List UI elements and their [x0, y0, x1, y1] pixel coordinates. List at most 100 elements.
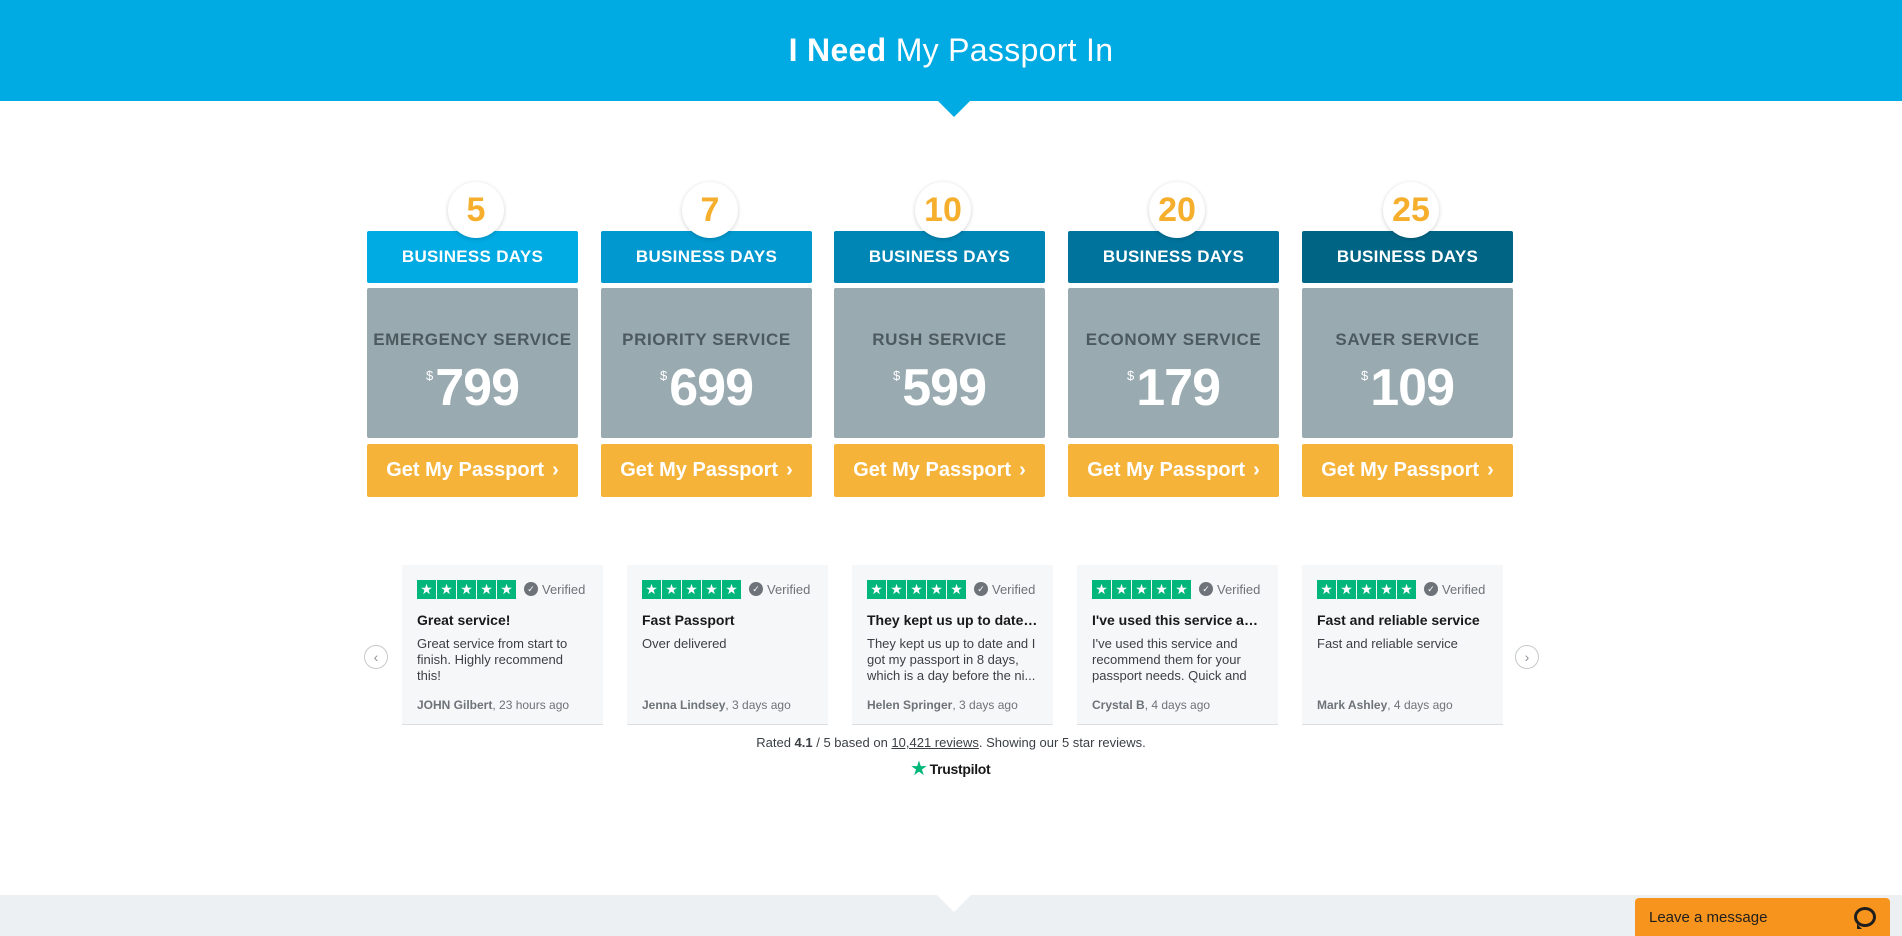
star-icon: ★: [642, 579, 661, 599]
plan-price: $109: [1302, 358, 1513, 418]
verified-label: Verified: [767, 581, 811, 597]
get-my-passport-button[interactable]: Get My Passport ›: [834, 444, 1045, 497]
review-body: I've used this service and recommend the…: [1092, 636, 1247, 683]
star-icon: ★: [417, 579, 436, 599]
star-icon: ★: [1377, 579, 1396, 599]
star-icon: ★: [867, 579, 886, 599]
review-body: Great service from start to finish. High…: [417, 636, 568, 683]
verified-label: Verified: [1217, 581, 1261, 597]
plan-price-box: RUSH SERVICE $599: [834, 288, 1045, 438]
leave-message-button[interactable]: Leave a message: [1635, 898, 1890, 936]
cta-label: Get My Passport: [1321, 459, 1480, 481]
star-icon: ★: [702, 579, 721, 599]
trustpilot-label: Trustpilot: [929, 761, 991, 777]
plan-card: 25 BUSINESS DAYS SAVER SERVICE $109 Get …: [1302, 182, 1513, 497]
plan-days: 7: [682, 182, 738, 238]
plan-service-name: RUSH SERVICE: [872, 330, 1007, 349]
review-time: , 3 days ago: [952, 698, 1018, 712]
review-author-name: Crystal B: [1092, 698, 1145, 712]
plan-days-label: BUSINESS DAYS: [367, 231, 578, 283]
review-author-name: Mark Ashley: [1317, 698, 1388, 712]
verified-badge: ✓ Verified: [524, 582, 585, 597]
plan-price-box: SAVER SERVICE $109: [1302, 288, 1513, 438]
rating-summary: Rated 4.1 / 5 based on 10,421 reviews. S…: [0, 735, 1902, 750]
star-rating: ★ ★ ★ ★ ★: [867, 579, 967, 599]
trustpilot-logo[interactable]: ★ Trustpilot: [910, 758, 991, 780]
plan-card: 5 BUSINESS DAYS EMERGENCY SERVICE $799 G…: [367, 182, 578, 497]
review-card[interactable]: ★ ★ ★ ★ ★ ✓ Verified Fast and reliable servic…: [1302, 565, 1503, 725]
star-rating: ★ ★ ★ ★ ★: [1317, 579, 1417, 599]
rating-score: 4.1: [794, 735, 813, 750]
plan-days-label: BUSINESS DAYS: [601, 231, 812, 283]
review-title: Fast and reliable service: [1317, 612, 1480, 628]
review-time: , 4 days ago: [1387, 698, 1453, 712]
star-icon: ★: [662, 579, 681, 599]
review-card[interactable]: ★ ★ ★ ★ ★ ✓ Verified I've used this service a…: [1077, 565, 1278, 725]
review-body: Fast and reliable service: [1317, 636, 1458, 651]
carousel-next-button[interactable]: ›: [1515, 645, 1539, 669]
plan-price: $699: [601, 358, 812, 418]
review-body: They kept us up to date and I got my pas…: [867, 636, 1036, 683]
star-icon: ★: [722, 579, 741, 599]
star-icon: ★: [1317, 579, 1336, 599]
star-icon: ★: [477, 579, 496, 599]
trustpilot-star-icon: ★: [910, 758, 928, 780]
reviews-link[interactable]: 10,421 reviews: [891, 735, 978, 750]
review-author: Jenna Lindsey, 3 days ago: [642, 698, 791, 712]
review-time: , 3 days ago: [725, 698, 791, 712]
rating-prefix: Rated: [756, 735, 795, 750]
get-my-passport-button[interactable]: Get My Passport ›: [1068, 444, 1279, 497]
page-title-rest: My Passport In: [895, 32, 1114, 68]
chevron-right-icon: ›: [1253, 459, 1260, 481]
star-icon: ★: [1092, 579, 1111, 599]
verified-label: Verified: [1442, 581, 1486, 597]
currency-symbol: $: [1361, 368, 1369, 383]
review-card[interactable]: ★ ★ ★ ★ ★ ✓ Verified Great service! Great ser…: [402, 565, 603, 725]
review-card[interactable]: ★ ★ ★ ★ ★ ✓ Verified They kept us up to date …: [852, 565, 1053, 725]
verified-badge: ✓ Verified: [1424, 582, 1485, 597]
carousel-prev-button[interactable]: ‹: [364, 645, 388, 669]
review-author: JOHN Gilbert, 23 hours ago: [417, 698, 569, 712]
plan-card: 7 BUSINESS DAYS PRIORITY SERVICE $699 Ge…: [601, 182, 812, 497]
plan-price-box: PRIORITY SERVICE $699: [601, 288, 812, 438]
check-circle-icon: ✓: [524, 582, 538, 596]
star-icon: ★: [1357, 579, 1376, 599]
banner-pointer: [937, 100, 971, 117]
star-rating: ★ ★ ★ ★ ★: [417, 579, 517, 599]
star-icon: ★: [887, 579, 906, 599]
star-icon: ★: [497, 579, 516, 599]
plan-price: $179: [1068, 358, 1279, 418]
star-icon: ★: [1132, 579, 1151, 599]
review-author-name: Jenna Lindsey: [642, 698, 726, 712]
verified-label: Verified: [992, 581, 1036, 597]
plan-price: $599: [834, 358, 1045, 418]
get-my-passport-button[interactable]: Get My Passport ›: [367, 444, 578, 497]
chevron-right-icon: ›: [786, 459, 793, 481]
plan-price-box: EMERGENCY SERVICE $799: [367, 288, 578, 438]
star-icon: ★: [437, 579, 456, 599]
review-title: They kept us up to date and I got my pas…: [867, 612, 1038, 628]
page-title: I Need My Passport In: [789, 32, 1114, 69]
star-rating: ★ ★ ★ ★ ★: [642, 579, 742, 599]
chevron-right-icon: ›: [1019, 459, 1026, 481]
price-amount: 699: [669, 359, 754, 417]
review-card[interactable]: ★ ★ ★ ★ ★ ✓ Verified Fast Passport Over deliv…: [627, 565, 828, 725]
header-banner: I Need My Passport In: [0, 0, 1902, 101]
currency-symbol: $: [660, 368, 668, 383]
cta-label: Get My Passport: [620, 459, 779, 481]
page-title-bold: I Need: [788, 32, 887, 68]
verified-label: Verified: [542, 581, 586, 597]
check-circle-icon: ✓: [1424, 582, 1438, 596]
pricing-cards: 5 BUSINESS DAYS EMERGENCY SERVICE $799 G…: [367, 182, 1513, 497]
get-my-passport-button[interactable]: Get My Passport ›: [1302, 444, 1513, 497]
review-time: , 4 days ago: [1144, 698, 1211, 712]
get-my-passport-button[interactable]: Get My Passport ›: [601, 444, 812, 497]
star-icon: ★: [1397, 579, 1416, 599]
cta-label: Get My Passport: [853, 459, 1012, 481]
plan-days: 20: [1149, 182, 1205, 238]
review-author: Mark Ashley, 4 days ago: [1317, 698, 1453, 712]
plan-price-box: ECONOMY SERVICE $179: [1068, 288, 1279, 438]
plan-days: 5: [448, 182, 504, 238]
plan-card: 10 BUSINESS DAYS RUSH SERVICE $599 Get M…: [834, 182, 1045, 497]
section-pointer: [937, 895, 971, 912]
